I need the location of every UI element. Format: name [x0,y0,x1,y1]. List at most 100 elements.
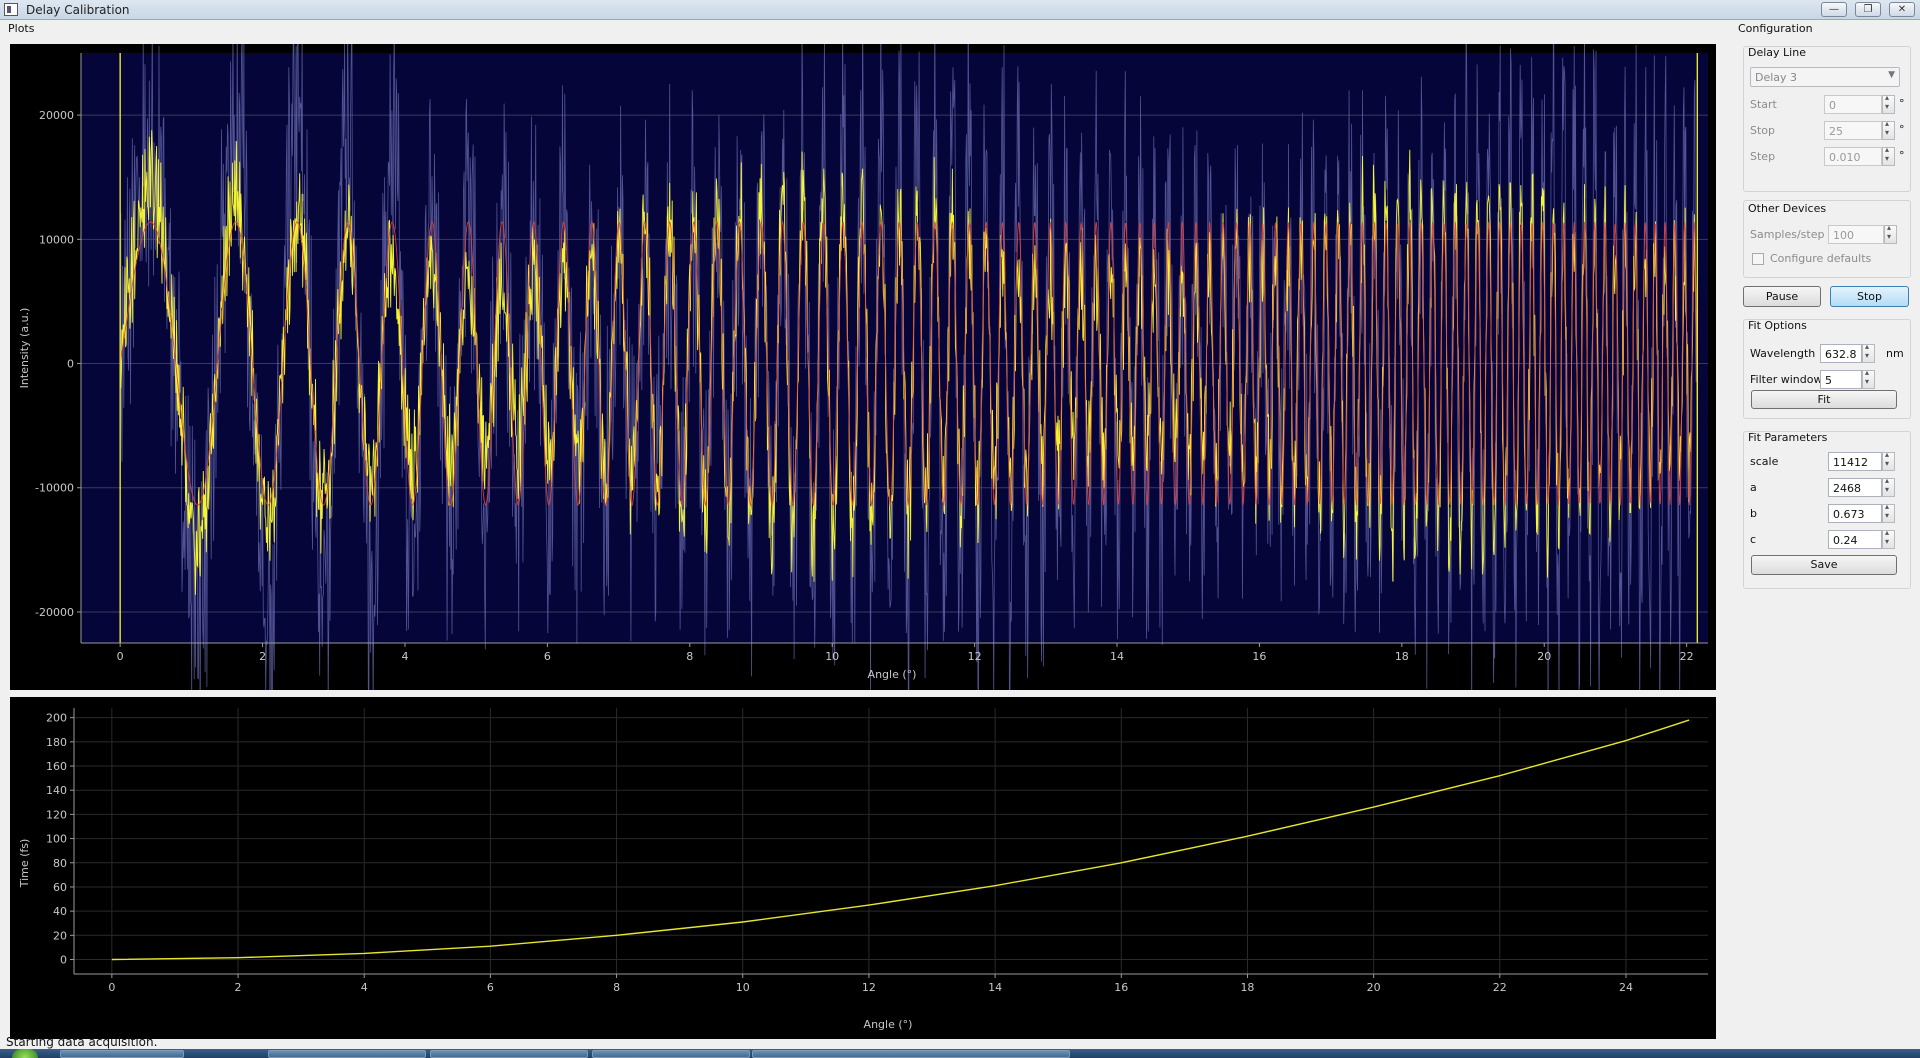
time-x-tick-label: 24 [1619,981,1633,994]
taskbar [0,1049,1920,1058]
taskbar-item[interactable] [430,1050,588,1058]
time-y-tick-label: 0 [60,953,67,966]
intensity-y-tick-label: -20000 [35,606,74,619]
start-input[interactable]: 0 [1824,95,1882,114]
step-stepper[interactable] [1882,145,1895,166]
wavelength-unit: nm [1886,347,1904,360]
b-label: b [1750,507,1757,520]
time-y-tick-label: 160 [46,760,67,773]
step-unit: ° [1899,149,1905,162]
stop-input[interactable]: 25 [1824,121,1882,140]
plots-group: Plots 20000 10000 0 -10000 -20000 0 2 4 6 8 10 12 1… [2,0,1716,1039]
time-x-tick-label: 14 [988,981,1002,994]
stop-stepper[interactable] [1882,119,1895,140]
intensity-x-tick-label: 12 [968,650,982,663]
a-stepper[interactable] [1882,476,1895,497]
time-x-tick-label: 12 [862,981,876,994]
intensity-plot[interactable]: 20000 10000 0 -10000 -20000 0 2 4 6 8 10 12 14 16 18 2… [10,0,1716,766]
delay-line-title: Delay Line [1748,46,1806,59]
taskbar-item[interactable] [752,1050,1070,1058]
c-label: c [1750,533,1757,546]
time-x-tick-label: 8 [613,981,620,994]
taskbar-item[interactable] [268,1050,426,1058]
intensity-plot-canvas[interactable]: 20000 10000 0 -10000 -20000 0 2 4 6 8 10 12 14 16 18 2… [10,0,1716,766]
intensity-x-tick-label: 14 [1110,650,1124,663]
close-button[interactable]: ✕ [1889,2,1915,17]
minimize-button[interactable]: — [1821,2,1847,17]
intensity-x-tick-label: 8 [686,650,693,663]
intensity-x-tick-label: 4 [401,650,408,663]
c-stepper[interactable] [1882,528,1895,549]
intensity-y-tick-label: 20000 [39,109,74,122]
samples-input[interactable]: 100 [1828,225,1884,244]
time-x-tick-label: 0 [108,981,115,994]
samples-stepper[interactable] [1884,223,1897,244]
restore-button[interactable]: ❐ [1855,2,1881,17]
wavelength-input[interactable]: 632.8 [1820,344,1862,363]
samples-label: Samples/step [1750,228,1825,241]
step-label: Step [1750,150,1776,163]
taskbar-item[interactable] [592,1050,750,1058]
status-message: Starting data acquisition. [6,1035,158,1049]
delay-device-value: Delay 3 [1755,71,1798,84]
intensity-y-tick-label: 0 [67,358,74,371]
configuration-label: Configuration [1738,22,1813,35]
stop-label: Stop [1750,124,1776,137]
fit-parameters-title: Fit Parameters [1748,431,1828,444]
step-input[interactable]: 0.010 [1824,147,1882,166]
time-plot-canvas[interactable]: 200180160140120100806040200 0 2 4 6 8 10 12 14 1… [10,697,1716,1039]
time-y-tick-label: 60 [53,881,67,894]
time-x-tick-label: 4 [361,981,368,994]
delay-device-select[interactable]: Delay 3 ▼ [1750,67,1900,87]
intensity-x-tick-label: 16 [1252,650,1266,663]
title-bar: Delay Calibration — ❐ ✕ [0,0,1920,20]
c-input[interactable]: 0.24 [1828,530,1882,549]
time-y-label: Time (fs) [18,839,31,889]
time-y-tick-label: 140 [46,784,67,797]
time-x-tick-label: 20 [1367,981,1381,994]
intensity-x-tick-label: 0 [117,650,124,663]
b-input[interactable]: 0.673 [1828,504,1882,523]
start-stepper[interactable] [1882,93,1895,114]
a-input[interactable]: 2468 [1828,478,1882,497]
intensity-x-tick-label: 10 [825,650,839,663]
configure-defaults-checkbox[interactable] [1752,253,1764,265]
configuration-panel: Configuration Delay Line Delay 3 ▼ Start… [1736,20,1918,1035]
time-x-tick-label: 10 [736,981,750,994]
b-stepper[interactable] [1882,502,1895,523]
time-y-tick-label: 100 [46,833,67,846]
chevron-down-icon: ▼ [1888,70,1895,80]
scale-stepper[interactable] [1882,450,1895,471]
scale-input[interactable]: 11412 [1828,452,1882,471]
intensity-x-tick-label: 20 [1537,650,1551,663]
time-x-tick-label: 6 [487,981,494,994]
fit-button[interactable]: Fit [1751,390,1897,409]
a-label: a [1750,481,1757,494]
taskbar-item[interactable] [60,1050,184,1058]
other-devices-title: Other Devices [1748,202,1827,215]
stop-unit: ° [1899,123,1905,136]
time-x-tick-label: 2 [235,981,242,994]
time-y-tick-label: 20 [53,929,67,942]
start-label: Start [1750,98,1777,111]
intensity-y-label: Intensity (a.u.) [18,308,31,389]
filter-window-input[interactable]: 5 [1820,370,1862,389]
intensity-x-ticks: 0 2 4 6 8 10 12 14 16 18 20 22 [117,643,1694,663]
intensity-x-tick-label: 22 [1680,650,1694,663]
intensity-x-label: Angle (°) [868,668,917,681]
plots-group-label: Plots [8,22,35,35]
start-orb-icon[interactable] [12,1049,38,1058]
time-x-label: Angle (°) [864,1018,913,1031]
time-y-tick-label: 180 [46,736,67,749]
time-plot-area [74,708,1708,974]
wavelength-label: Wavelength [1750,347,1816,360]
time-plot[interactable]: 200 180 160 140 120 100 80 60 40 20 0 0 2 4 6 8 10 12 14 1… [10,697,1716,1039]
app-icon [4,3,18,16]
save-button[interactable]: Save [1751,555,1897,575]
stop-button[interactable]: Stop [1830,286,1909,307]
intensity-x-tick-label: 6 [544,650,551,663]
scale-label: scale [1750,455,1779,468]
filter-window-stepper[interactable] [1862,368,1875,389]
wavelength-stepper[interactable] [1862,342,1875,363]
pause-button[interactable]: Pause [1743,286,1821,307]
